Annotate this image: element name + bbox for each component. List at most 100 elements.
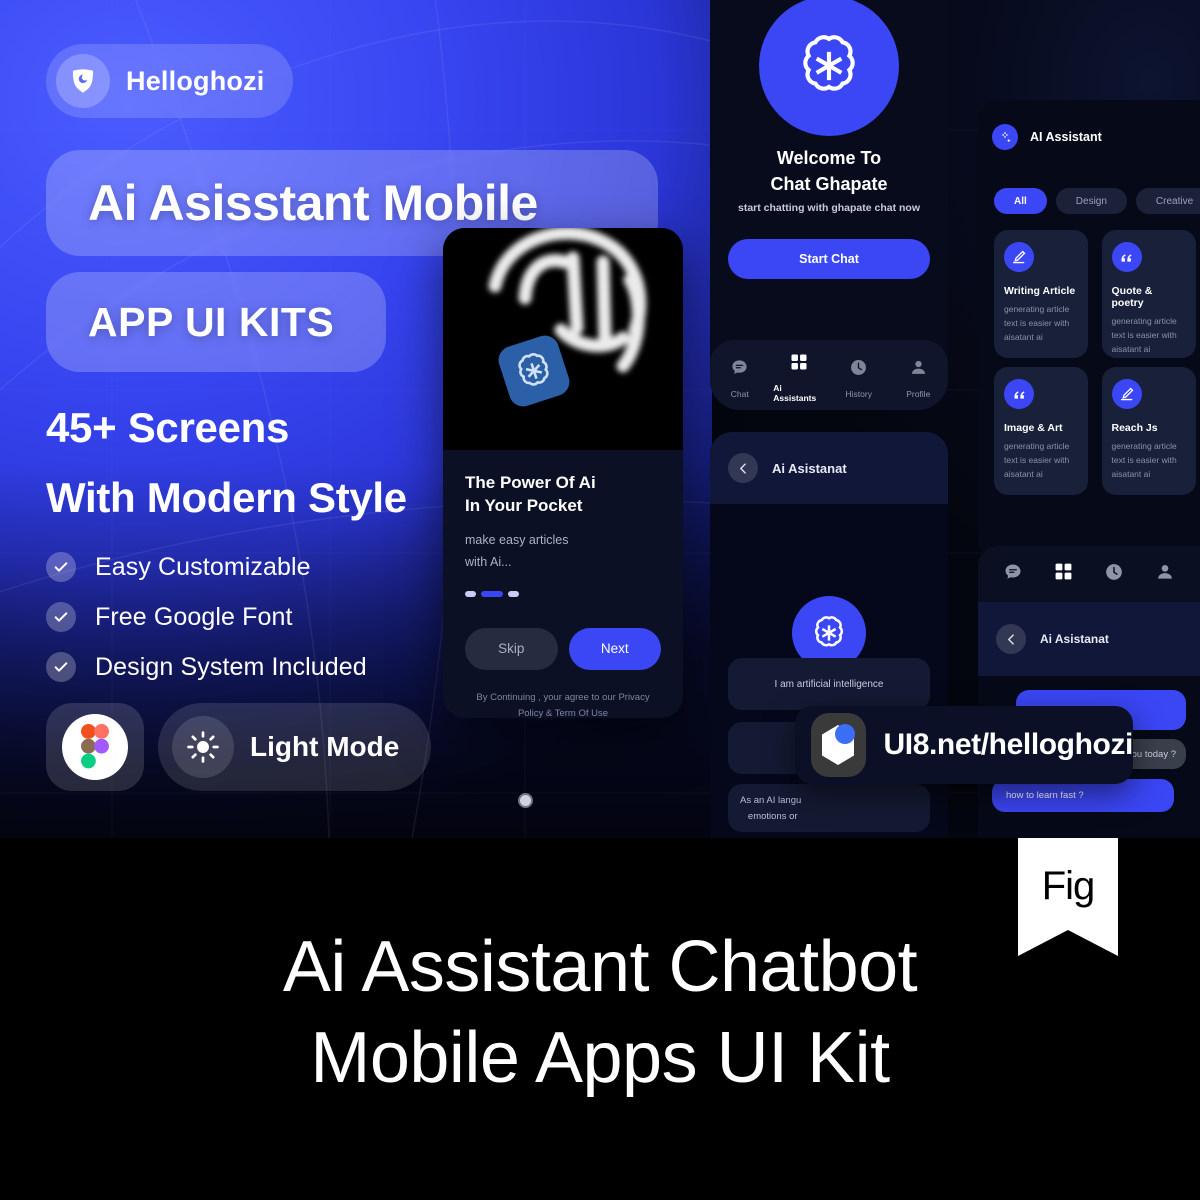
feature-label: Easy Customizable xyxy=(95,552,311,581)
assistant-card-desc: generating article text is easier with a… xyxy=(1004,304,1070,343)
terms-line2: Policy & Term Of Use xyxy=(517,707,609,718)
onboarding-subtitle: make easy articles with Ai... xyxy=(465,530,661,574)
onboarding-buttons: Skip Next xyxy=(465,627,661,670)
phone-onboarding-mockup: The Power Of Ai In Your Pocket make easy… xyxy=(443,228,683,718)
nav-item-profile[interactable]: Profile xyxy=(892,358,944,399)
assistant-card-desc: generating article text is easier with a… xyxy=(1111,441,1177,480)
assistants-header: AI Assistant xyxy=(978,100,1200,150)
subheadline-screens: 45+ Screens xyxy=(46,404,290,451)
nav-label: Profile xyxy=(906,388,931,399)
chat-bubble-icon xyxy=(730,358,749,382)
poster-canvas: Helloghozi Ai Asisstant Mobile APP UI KI… xyxy=(0,0,1200,1200)
brand-badge[interactable]: Helloghozi xyxy=(46,44,293,118)
person-icon xyxy=(909,358,928,382)
nav-item-chat[interactable]: Chat xyxy=(714,358,766,399)
welcome-title-line2: Chat Ghapate xyxy=(770,173,888,194)
assistants-header-title: AI Assistant xyxy=(1030,130,1102,144)
onboarding-title-line2: In Your Pocket xyxy=(465,495,583,515)
pagination-dot[interactable] xyxy=(465,590,476,597)
phone-welcome-mockup: Welcome To Chat Ghapate start chatting w… xyxy=(710,0,948,410)
headline-pill-secondary: APP UI KITS xyxy=(46,272,386,372)
subheadline-style: With Modern Style xyxy=(46,474,407,521)
person-icon[interactable] xyxy=(1155,562,1175,587)
headline-secondary-text: APP UI KITS xyxy=(88,298,335,345)
chat-panel-title: Ai Asistanat xyxy=(1040,632,1109,646)
assistant-card-desc: generating article text is easier with a… xyxy=(1004,441,1070,480)
feature-label: Design System Included xyxy=(95,652,367,681)
chat-message-line1: As an AI langu xyxy=(740,795,802,806)
onboarding-pagination[interactable] xyxy=(465,590,661,597)
assistant-card-title: Quote & poetry xyxy=(1111,285,1153,309)
chevron-left-icon[interactable] xyxy=(728,453,758,483)
next-button[interactable]: Next xyxy=(568,627,661,670)
skip-button[interactable]: Skip xyxy=(465,627,558,670)
assistant-card[interactable]: Reach Js generating article text is easi… xyxy=(1101,367,1196,495)
hero-section: Helloghozi Ai Asisstant Mobile APP UI KI… xyxy=(0,0,1200,838)
onboarding-sub-line1: make easy articles xyxy=(465,532,569,547)
check-icon xyxy=(46,652,76,682)
pen-write-icon xyxy=(1004,242,1034,272)
ui8-url: UI8.net/helloghozi xyxy=(883,728,1134,761)
figma-badge-label: Fig xyxy=(1041,864,1096,908)
nav-item-ai-assistants[interactable]: Ai Assistants xyxy=(773,353,825,403)
pagination-dot-active[interactable] xyxy=(481,590,503,597)
assistant-card-desc: generating article text is easier with a… xyxy=(1111,316,1177,355)
chat-title: Ai Asistanat xyxy=(772,460,847,476)
hand-holding-phone-chatgpt-icon xyxy=(443,228,683,450)
nav-label: Ai Assistants xyxy=(773,383,817,403)
light-mode-button[interactable]: Light Mode xyxy=(158,703,432,791)
footer-title-line2: Mobile Apps UI Kit xyxy=(310,1018,890,1099)
check-icon xyxy=(46,552,76,582)
onboarding-terms: By Continuing , your agree to our Privac… xyxy=(465,690,661,718)
chat-panel-nav xyxy=(978,546,1200,602)
terms-line1: By Continuing , your agree to our Privac… xyxy=(476,691,650,703)
welcome-subtitle: start chatting with ghapate chat now xyxy=(737,202,920,214)
feature-item: Design System Included xyxy=(46,652,367,682)
figma-button[interactable] xyxy=(46,703,144,791)
chat-message-bubble-long: As an AI langu emotions or xyxy=(728,784,930,832)
onboarding-title: The Power Of Ai In Your Pocket xyxy=(465,472,661,518)
pagination-dot[interactable] xyxy=(508,590,519,597)
welcome-title: Welcome To Chat Ghapate xyxy=(710,146,948,197)
quote-icon xyxy=(1111,242,1142,272)
nav-item-history[interactable]: History xyxy=(833,358,885,399)
feature-item: Easy Customizable xyxy=(46,552,367,582)
assistant-card[interactable]: Writing Article generating article text … xyxy=(994,230,1088,358)
tab-design[interactable]: Design xyxy=(1055,188,1127,214)
grid-icon[interactable] xyxy=(1054,562,1073,586)
chat-panel-header: Ai Asistanat xyxy=(978,602,1200,676)
figma-icon xyxy=(62,714,128,780)
clock-icon xyxy=(849,358,868,382)
start-chat-button[interactable]: Start Chat xyxy=(728,239,930,279)
welcome-title-line1: Welcome To xyxy=(776,148,882,168)
chat-header: Ai Asistanat xyxy=(710,432,948,504)
onboarding-title-line1: The Power Of Ai xyxy=(465,473,596,492)
assistant-card-title: Image & Art xyxy=(1004,422,1063,434)
ui8-watermark[interactable]: UI8.net/helloghozi xyxy=(795,706,1133,784)
drag-handle[interactable] xyxy=(518,793,533,808)
openai-flower-icon xyxy=(759,0,899,136)
feature-item: Free Google Font xyxy=(46,602,367,632)
chevron-left-icon[interactable] xyxy=(996,624,1026,654)
nav-label: History xyxy=(845,388,872,399)
assistant-card-title: Reach Js xyxy=(1111,422,1158,434)
tab-all[interactable]: All xyxy=(994,188,1047,214)
grid-icon xyxy=(790,353,808,376)
quote-icon xyxy=(1004,379,1034,409)
light-mode-label: Light Mode xyxy=(250,731,400,762)
assistant-card[interactable]: Quote & poetry generating article text i… xyxy=(1101,230,1196,358)
assistants-tabs: All Design Creative xyxy=(978,150,1200,214)
pen-write-icon xyxy=(1111,379,1142,409)
nav-label: Chat xyxy=(730,388,749,399)
chat-bubble-icon[interactable] xyxy=(1003,562,1023,587)
assistant-card-title: Writing Article xyxy=(1004,285,1076,297)
check-icon xyxy=(46,602,76,632)
tab-creative[interactable]: Creative xyxy=(1135,188,1200,214)
clock-icon[interactable] xyxy=(1104,562,1124,587)
feature-label: Free Google Font xyxy=(95,602,293,631)
chat-panel: Ai Asistanat ou today ? how to learn fas… xyxy=(978,546,1200,838)
assistant-card[interactable]: Image & Art generating article text is e… xyxy=(994,367,1088,495)
headline-primary-text: Ai Asisstant Mobile xyxy=(88,175,538,231)
brand-name: Helloghozi xyxy=(126,65,265,96)
ui8-hexagon-icon xyxy=(811,713,866,777)
